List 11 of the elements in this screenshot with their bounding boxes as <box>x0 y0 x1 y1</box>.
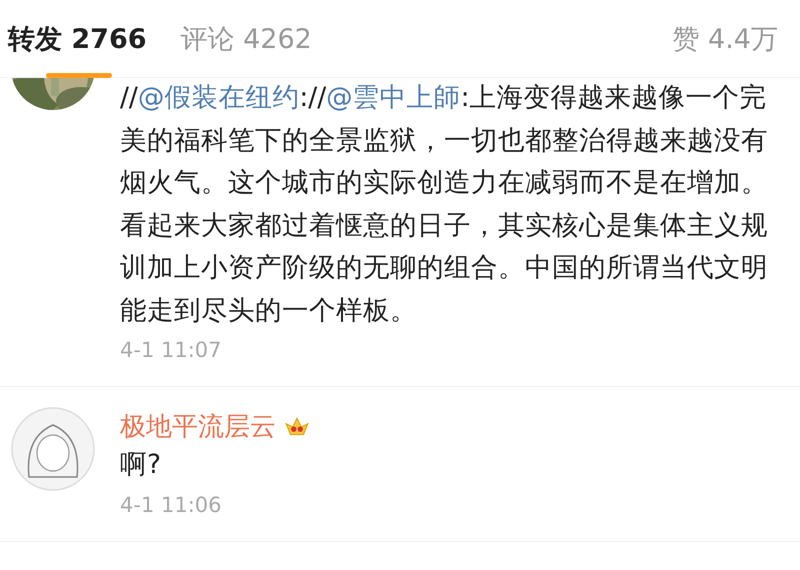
mention-link[interactable]: @假装在纽约 <box>138 82 300 113</box>
user-name[interactable]: 极地平流层云 <box>120 409 276 444</box>
avatar[interactable] <box>11 407 95 491</box>
timestamp: 4-1 11:06 <box>120 492 222 516</box>
mention-link[interactable]: @雲中上師 <box>326 82 461 113</box>
tab[interactable]: 转发 2766 <box>8 0 147 78</box>
comment-text: 啊? <box>120 448 162 482</box>
likes-tab[interactable]: 赞 4.4万 <box>672 0 778 78</box>
comment-text: //@假装在纽约://@雲中上師:上海变得越来越像一个完美的福科笔下的全景监狱，一切也都整治得越来越没有烟火气。这个城市的实际创造力在减弱而不是在增加。看起来大家都过着惬意的日子，其实核心是集体主义规训加上小资产阶级的无聊的组合。中国的所谓当代文明能走到尽头的一个样板。 <box>120 81 769 328</box>
tab[interactable]: 评论 4262 <box>180 0 312 78</box>
timestamp: 4-1 11:07 <box>120 338 222 362</box>
